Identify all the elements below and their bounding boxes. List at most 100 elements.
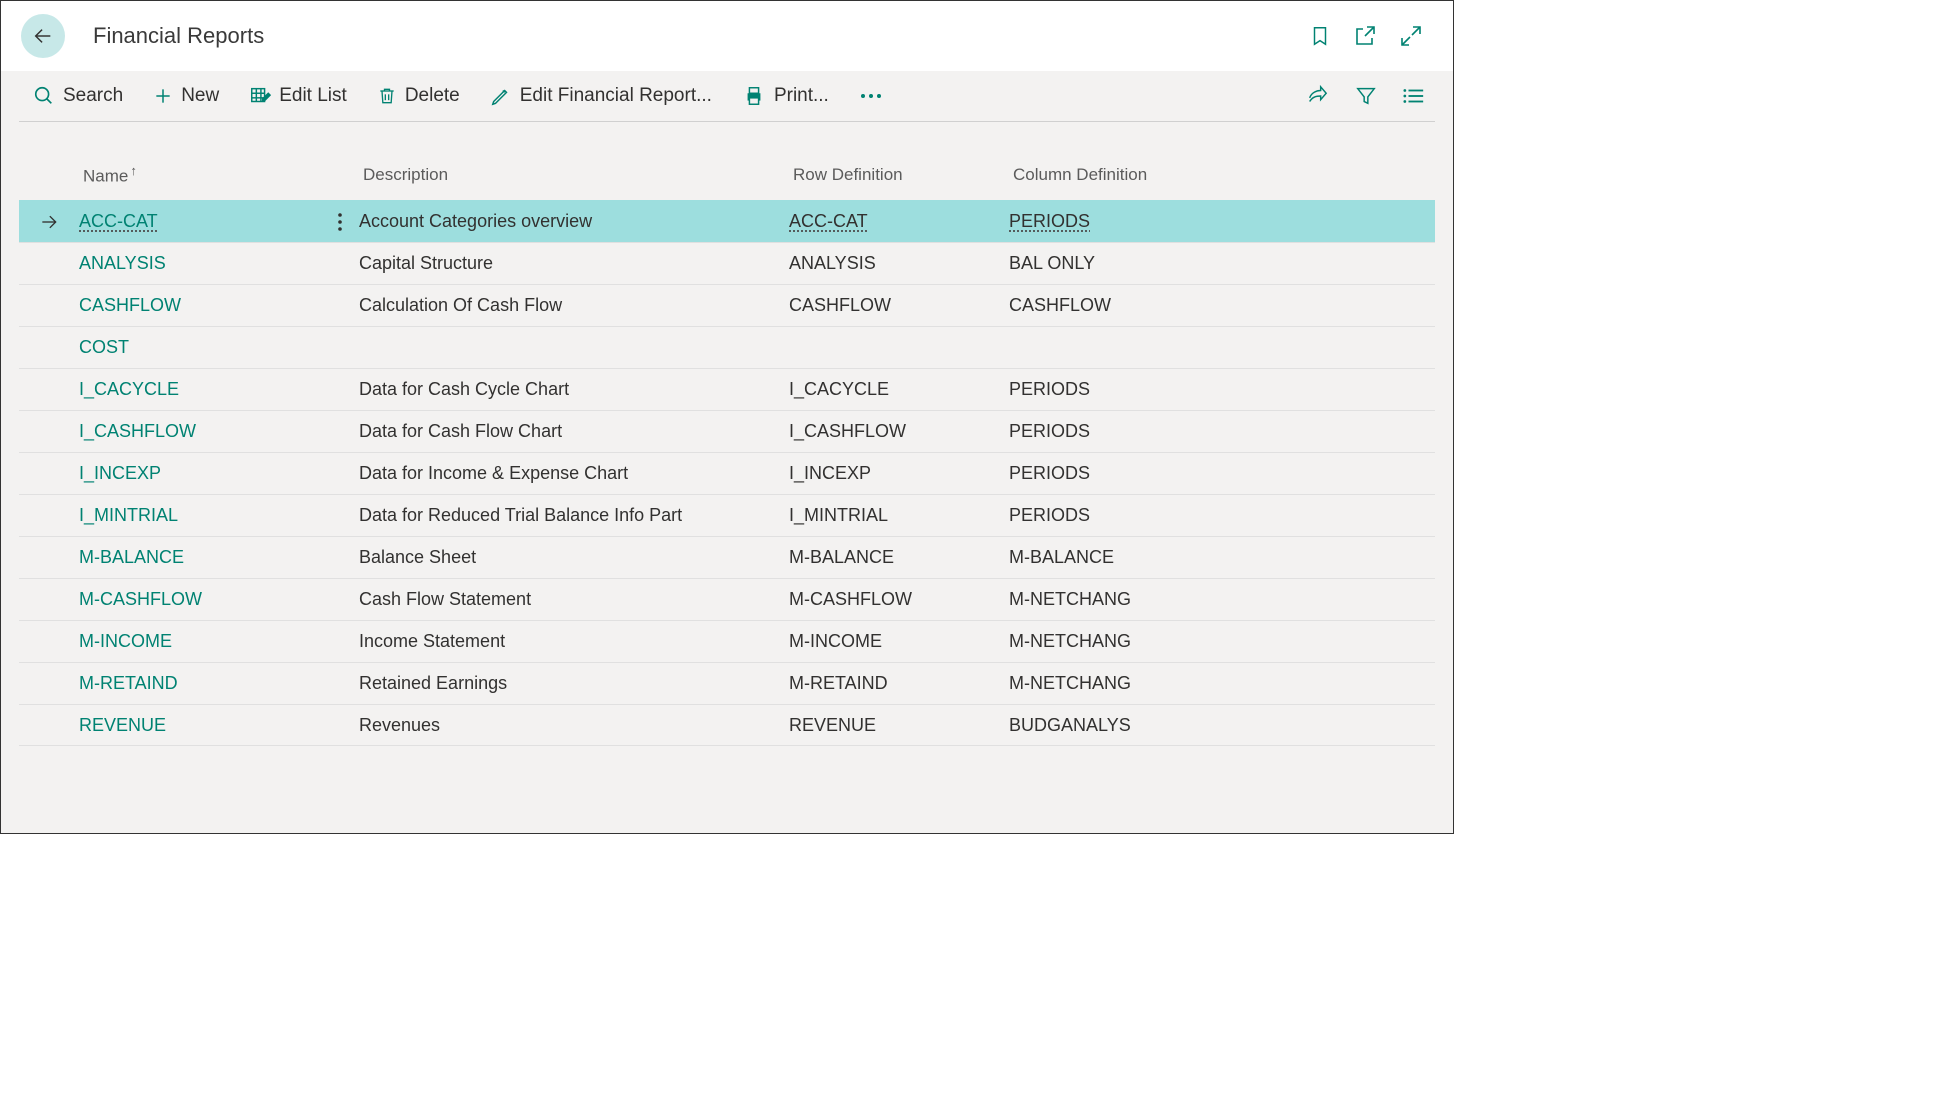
table-row[interactable]: M-RETAINDRetained EarningsM-RETAINDM-NET… (19, 662, 1435, 704)
content-pane: Search New (1, 71, 1453, 833)
row-definition-cell: I_CACYCLE (789, 379, 1009, 400)
name-cell: M-BALANCE (79, 537, 359, 578)
row-indicator (19, 327, 79, 368)
row-indicator (19, 369, 79, 410)
column-definition-cell: PERIODS (1009, 421, 1289, 442)
report-name-link[interactable]: M-BALANCE (79, 547, 184, 568)
plus-icon (153, 86, 173, 106)
table-row[interactable]: CASHFLOWCalculation Of Cash FlowCASHFLOW… (19, 284, 1435, 326)
table-row[interactable]: ANALYSISCapital StructureANALYSISBAL ONL… (19, 242, 1435, 284)
new-button[interactable]: New (153, 85, 219, 107)
expand-icon (1399, 24, 1423, 48)
printer-icon (742, 85, 766, 107)
delete-button[interactable]: Delete (377, 85, 460, 107)
table-row[interactable]: M-INCOMEIncome StatementM-INCOMEM-NETCHA… (19, 620, 1435, 662)
name-cell: ANALYSIS (79, 243, 359, 284)
col-header-column-definition[interactable]: Column Definition (1009, 165, 1289, 185)
column-definition-cell: PERIODS (1009, 379, 1289, 400)
popout-icon (1353, 24, 1377, 48)
report-name-link[interactable]: COST (79, 337, 129, 358)
bookmark-button[interactable] (1309, 23, 1331, 49)
col-header-description[interactable]: Description (359, 165, 789, 185)
col-header-name[interactable]: Name↑ (79, 163, 359, 187)
col-header-name-label: Name (83, 167, 128, 186)
report-name-link[interactable]: ACC-CAT (79, 211, 158, 232)
row-definition-cell: REVENUE (789, 715, 1009, 736)
row-definition-cell: CASHFLOW (789, 295, 1009, 316)
column-definition-cell: M-NETCHANG (1009, 589, 1289, 610)
more-horizontal-icon (859, 91, 883, 101)
col-header-row-definition[interactable]: Row Definition (789, 165, 1009, 185)
table-row[interactable]: ACC-CATAccount Categories overviewACC-CA… (19, 200, 1435, 242)
name-cell: COST (79, 327, 359, 368)
search-button[interactable]: Search (33, 85, 123, 107)
description-cell: Revenues (359, 715, 789, 736)
report-name-link[interactable]: M-CASHFLOW (79, 589, 202, 610)
table-row[interactable]: REVENUERevenuesREVENUEBUDGANALYS (19, 704, 1435, 746)
row-indicator (19, 663, 79, 704)
bookmark-icon (1309, 23, 1331, 49)
window: Financial Reports (0, 0, 1454, 834)
name-cell: ACC-CAT (79, 201, 359, 242)
row-definition-cell: M-BALANCE (789, 547, 1009, 568)
share-button[interactable] (1305, 85, 1329, 107)
edit-list-label: Edit List (279, 85, 347, 107)
table-row[interactable]: COST (19, 326, 1435, 368)
description-cell: Calculation Of Cash Flow (359, 295, 789, 316)
row-definition-cell: ANALYSIS (789, 253, 1009, 274)
print-button[interactable]: Print... (742, 85, 829, 107)
report-name-link[interactable]: M-INCOME (79, 631, 172, 652)
name-cell: I_MINTRIAL (79, 495, 359, 536)
share-icon (1305, 85, 1329, 107)
report-name-link[interactable]: I_CASHFLOW (79, 421, 196, 442)
search-label: Search (63, 85, 123, 107)
row-indicator (19, 579, 79, 620)
list-view-button[interactable] (1403, 87, 1425, 105)
row-indicator (19, 621, 79, 662)
row-indicator (19, 243, 79, 284)
report-name-link[interactable]: I_INCEXP (79, 463, 161, 484)
table-row[interactable]: M-CASHFLOWCash Flow StatementM-CASHFLOWM… (19, 578, 1435, 620)
new-label: New (181, 85, 219, 107)
pencil-icon (490, 85, 512, 107)
filter-button[interactable] (1355, 85, 1377, 107)
row-indicator (19, 495, 79, 536)
more-vertical-icon (337, 212, 343, 232)
sort-asc-icon: ↑ (130, 163, 137, 178)
description-cell: Income Statement (359, 631, 789, 652)
edit-list-button[interactable]: Edit List (249, 85, 347, 107)
name-cell: M-INCOME (79, 621, 359, 662)
report-name-link[interactable]: I_MINTRIAL (79, 505, 178, 526)
column-definition-cell: CASHFLOW (1009, 295, 1289, 316)
description-cell: Balance Sheet (359, 547, 789, 568)
popout-button[interactable] (1353, 24, 1377, 48)
table-row[interactable]: I_INCEXPData for Income & Expense ChartI… (19, 452, 1435, 494)
row-menu-button[interactable] (337, 212, 343, 232)
column-definition-cell: BAL ONLY (1009, 253, 1289, 274)
arrow-right-icon (39, 212, 59, 232)
toolbar-left: Search New (19, 85, 883, 107)
more-actions-button[interactable] (859, 91, 883, 101)
expand-button[interactable] (1399, 24, 1423, 48)
column-definition-cell: BUDGANALYS (1009, 715, 1289, 736)
table-row[interactable]: I_MINTRIALData for Reduced Trial Balance… (19, 494, 1435, 536)
grid-header: Name↑ Description Row Definition Column … (19, 158, 1435, 200)
column-definition-cell: PERIODS (1009, 505, 1289, 526)
table-row[interactable]: M-BALANCEBalance SheetM-BALANCEM-BALANCE (19, 536, 1435, 578)
name-cell: CASHFLOW (79, 285, 359, 326)
report-name-link[interactable]: ANALYSIS (79, 253, 166, 274)
title-bar: Financial Reports (1, 1, 1453, 71)
edit-financial-report-button[interactable]: Edit Financial Report... (490, 85, 712, 107)
row-definition-cell: ACC-CAT (789, 211, 1009, 232)
filter-icon (1355, 85, 1377, 107)
column-definition-cell: PERIODS (1009, 463, 1289, 484)
name-cell: I_CASHFLOW (79, 411, 359, 452)
reports-grid: Name↑ Description Row Definition Column … (19, 158, 1435, 746)
report-name-link[interactable]: M-RETAIND (79, 673, 178, 694)
back-button[interactable] (21, 14, 65, 58)
table-row[interactable]: I_CACYCLEData for Cash Cycle ChartI_CACY… (19, 368, 1435, 410)
report-name-link[interactable]: I_CACYCLE (79, 379, 179, 400)
report-name-link[interactable]: CASHFLOW (79, 295, 181, 316)
table-row[interactable]: I_CASHFLOWData for Cash Flow ChartI_CASH… (19, 410, 1435, 452)
report-name-link[interactable]: REVENUE (79, 715, 166, 736)
